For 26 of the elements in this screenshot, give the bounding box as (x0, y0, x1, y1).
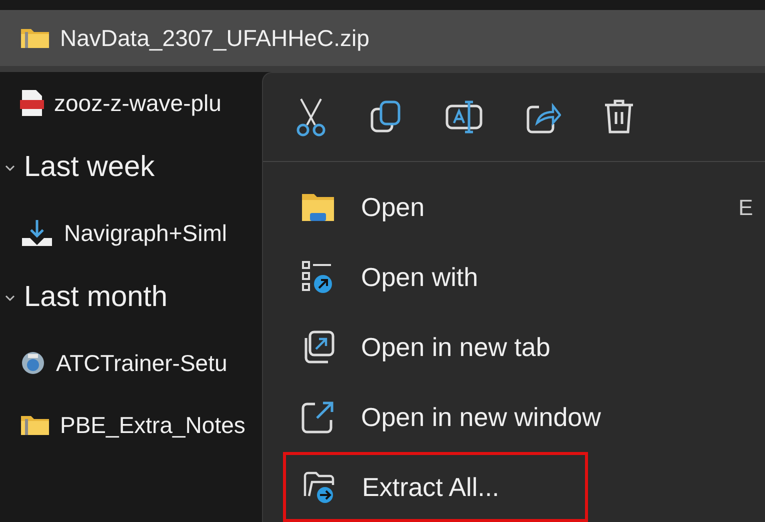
open-with-icon (301, 260, 335, 294)
group-header: Last month (24, 280, 168, 316)
zip-folder-icon (20, 26, 50, 50)
folder-icon (301, 191, 335, 223)
cut-icon[interactable] (295, 97, 327, 137)
download-icon (20, 218, 54, 248)
file-row[interactable]: PBE_Extra_Notes (0, 394, 262, 456)
file-row[interactable]: NavData_2307_UFAHHeC.zip (0, 10, 765, 72)
menu-item[interactable]: Open in new tab (263, 312, 753, 382)
group-header: Last week (24, 150, 155, 186)
menu-item[interactable]: Open E (263, 172, 753, 242)
installer-icon (20, 350, 46, 376)
file-row[interactable]: ATCTrainer-Setu (0, 332, 262, 394)
rename-icon[interactable] (445, 99, 483, 135)
zip-folder-icon (20, 413, 50, 437)
menu-item[interactable]: Extract All... (283, 452, 588, 522)
copy-icon[interactable] (369, 99, 403, 135)
menu-item[interactable]: Open in new window (263, 382, 753, 452)
file-row[interactable]: zooz-z-wave-plu (0, 72, 262, 134)
menu-item[interactable]: Open with (263, 242, 753, 312)
new-window-icon (301, 400, 335, 434)
pdf-icon (20, 89, 44, 117)
delete-icon[interactable] (603, 99, 635, 135)
extract-folder-icon (302, 470, 336, 504)
file-row[interactable]: Navigraph+Siml (0, 202, 262, 264)
shortcut-key: E (738, 190, 753, 224)
